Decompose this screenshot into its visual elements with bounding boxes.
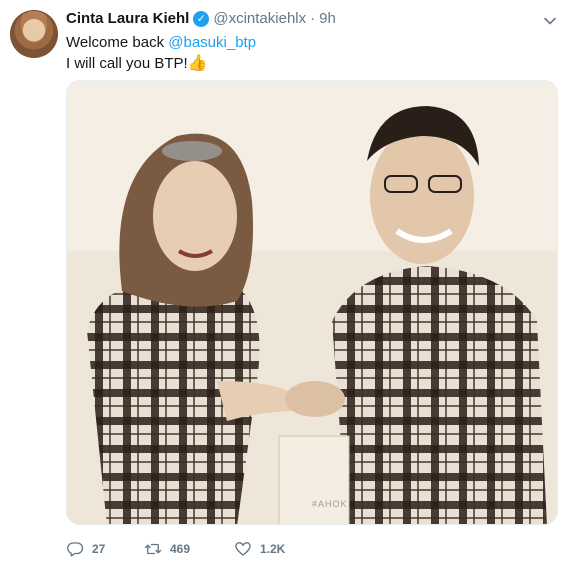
mention-link[interactable]: @basuki_btp bbox=[168, 34, 256, 51]
thumbs-up-icon: 👍 bbox=[187, 55, 208, 72]
tweet-card[interactable]: Cinta Laura Kiehl ✓ @xcintakiehlx · 9h W… bbox=[0, 0, 579, 561]
retweet-icon bbox=[144, 543, 162, 555]
retweet-count: 469 bbox=[170, 542, 191, 556]
user-handle[interactable]: @xcintakiehlx bbox=[213, 10, 306, 28]
like-button[interactable]: 1.2K bbox=[234, 540, 314, 558]
reply-count: 27 bbox=[92, 542, 106, 556]
tweet-text-line1: Welcome back bbox=[66, 34, 169, 51]
photo-watermark: #AHOK bbox=[312, 499, 348, 509]
tweet-photo[interactable]: #AHOK bbox=[66, 80, 558, 525]
reply-button[interactable]: 27 bbox=[66, 540, 144, 558]
like-count: 1.2K bbox=[260, 542, 286, 556]
avatar-image bbox=[10, 10, 58, 58]
tweet-header: Cinta Laura Kiehl ✓ @xcintakiehlx · 9h bbox=[66, 10, 336, 28]
display-name[interactable]: Cinta Laura Kiehl bbox=[66, 10, 189, 28]
retweet-button[interactable]: 469 bbox=[144, 540, 234, 558]
verified-badge-icon: ✓ bbox=[193, 11, 210, 27]
tweet-text-line2: I will call you BTP! bbox=[66, 55, 188, 72]
separator-dot: · bbox=[310, 10, 316, 27]
timestamp[interactable]: 9h bbox=[319, 10, 336, 28]
chevron-down-icon[interactable] bbox=[543, 14, 557, 28]
reply-icon bbox=[67, 542, 84, 557]
avatar[interactable] bbox=[10, 10, 58, 58]
tweet-actions: 27 469 1.2K bbox=[66, 540, 314, 558]
tweet-text: Welcome back @basuki_btp I will call you… bbox=[66, 32, 256, 74]
photo-illustration bbox=[67, 81, 557, 524]
heart-icon bbox=[235, 542, 251, 556]
